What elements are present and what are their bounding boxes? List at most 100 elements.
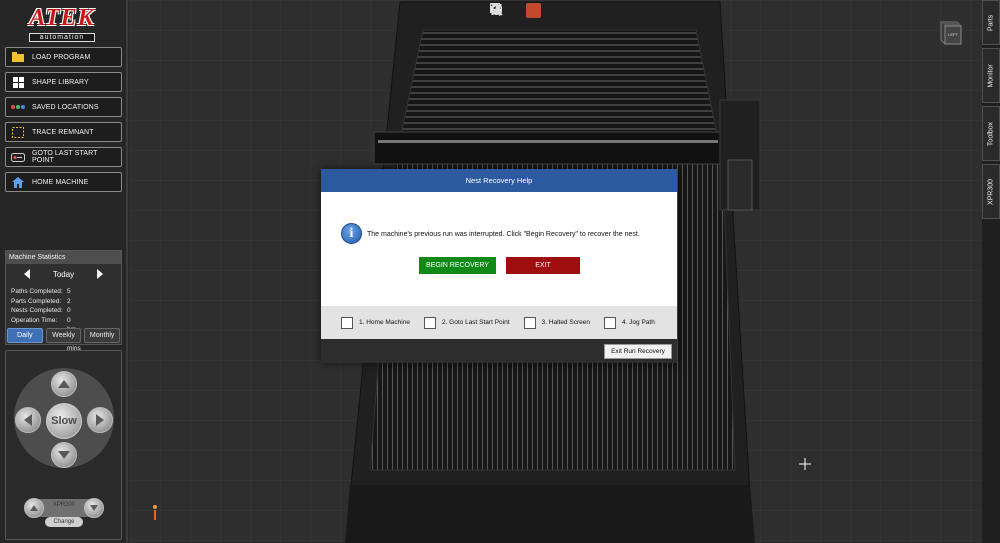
tab-parts[interactable]: Parts: [982, 0, 1000, 45]
tab-toolbox[interactable]: Toolbox: [982, 106, 1000, 161]
arrow-right-icon: [96, 414, 104, 426]
stat-label: Operation Time:: [11, 316, 58, 324]
zoom-tool-button[interactable]: [490, 3, 523, 18]
stat-value: 0: [67, 307, 71, 314]
period-selector: Today: [6, 268, 121, 280]
shape-library-label: SHAPE LIBRARY: [32, 78, 89, 86]
fit-tool-button[interactable]: [491, 3, 577, 18]
period-label: Today: [52, 269, 75, 279]
home-machine-label: HOME MACHINE: [32, 178, 89, 186]
jog-right-button[interactable]: [87, 407, 113, 433]
exit-button[interactable]: EXIT: [506, 257, 580, 274]
recovery-steps: 1. Home Machine 2. Goto Last Start Point…: [321, 306, 677, 339]
dialog-title: Nest Recovery Help: [321, 169, 677, 192]
torch-up-button[interactable]: [24, 498, 44, 518]
info-icon: i: [341, 223, 362, 244]
rotate-tool-button[interactable]: [491, 3, 559, 18]
step-label: 2. Goto Last Start Point: [441, 319, 510, 326]
stat-value: 2: [67, 297, 71, 305]
dialog-footer: Exit Run Recovery: [321, 339, 677, 363]
stat-row-paths: Paths Completed: 5: [11, 287, 71, 297]
measure-tool-button[interactable]: [491, 3, 613, 18]
select-tool-button[interactable]: [490, 3, 595, 18]
torch-label: XPR300: [52, 502, 76, 508]
tab-daily[interactable]: Daily: [7, 328, 43, 343]
stat-label: Paths Completed:: [11, 288, 63, 295]
stat-row-nests: Nests Completed: 0: [11, 306, 71, 316]
stat-label: Nests Completed:: [11, 307, 63, 314]
move-cursor-icon: [799, 458, 811, 470]
jog-up-button[interactable]: [51, 371, 77, 397]
change-torch-button[interactable]: Change: [45, 517, 83, 527]
right-side-tabs: Parts Monitor Toolbox XPR300: [982, 0, 1000, 543]
tab-parts-label: Parts: [987, 14, 995, 31]
dots-icon: [11, 101, 25, 113]
trace-icon: [11, 126, 25, 138]
jog-speed-button[interactable]: Slow: [46, 403, 82, 439]
step-label: 1. Home Machine: [359, 319, 410, 326]
view-cube-face: LEFT: [948, 32, 958, 37]
tab-xpr300-label: XPR300: [987, 178, 995, 205]
step-checkbox[interactable]: [523, 316, 536, 329]
step-checkbox[interactable]: [423, 316, 436, 329]
move-tool-button[interactable]: [491, 3, 541, 18]
saved-locations-label: SAVED LOCATIONS: [32, 103, 99, 111]
tab-monthly[interactable]: Monthly: [84, 328, 121, 343]
goto-last-start-point-label: GOTO LAST START POINT: [32, 150, 98, 164]
arrow-left-icon: [24, 414, 32, 426]
begin-recovery-button[interactable]: BEGIN RECOVERY: [419, 257, 496, 274]
logo-subtitle: automation: [29, 33, 95, 42]
jog-down-button[interactable]: [51, 442, 77, 468]
arrow-up-icon: [30, 505, 38, 511]
machine-statistics-panel: Machine Statistics Today Paths Completed…: [5, 250, 122, 353]
shapes-icon: [11, 76, 25, 88]
period-next-icon[interactable]: [96, 269, 103, 279]
goto-last-start-point-button[interactable]: GOTO LAST START POINT: [5, 147, 122, 167]
saved-locations-button[interactable]: SAVED LOCATIONS: [5, 97, 122, 117]
arrow-down-icon: [90, 505, 98, 511]
step-halted-screen[interactable]: 3. Halted Screen: [523, 316, 590, 329]
goto-icon: [11, 151, 25, 163]
tab-monitor[interactable]: Monitor: [982, 48, 1000, 103]
stat-row-operation-time: Operation Time:0 hrs 0 mins: [11, 316, 81, 353]
step-jog-path[interactable]: 4. Jog Path: [603, 316, 655, 329]
tab-xpr300[interactable]: XPR300: [982, 164, 1000, 219]
step-checkbox[interactable]: [341, 316, 353, 329]
trace-remnant-button[interactable]: TRACE REMNANT: [5, 122, 122, 142]
period-prev-icon[interactable]: [24, 269, 30, 279]
view-cube[interactable]: LEFT: [936, 18, 962, 46]
stat-row-parts: Parts Completed: 2: [11, 297, 71, 307]
load-program-button[interactable]: LOAD PROGRAM: [5, 47, 122, 67]
atek-logo: ATEK automation: [26, 5, 98, 43]
dialog-message: The machine's previous run was interrupt…: [367, 231, 640, 238]
stats-period-tabs: Daily Weekly Monthly: [6, 328, 121, 344]
sidebar: ATEK automation LOAD PROGRAM SHAPE LIBRA…: [0, 0, 128, 543]
tab-monitor-label: Monitor: [987, 63, 995, 88]
exit-run-recovery-button[interactable]: Exit Run Recovery: [604, 344, 672, 359]
load-program-label: LOAD PROGRAM: [32, 53, 91, 61]
nest-recovery-dialog: Nest Recovery Help i The machine's previ…: [321, 169, 677, 363]
home-machine-button[interactable]: HOME MACHINE: [5, 172, 122, 192]
step-checkbox[interactable]: [603, 316, 616, 329]
torch-down-button[interactable]: [84, 498, 104, 518]
jog-left-button[interactable]: [15, 407, 41, 433]
stat-value: 5: [67, 288, 71, 295]
folder-icon: [11, 51, 25, 63]
statistics-rows: Paths Completed: 5 Parts Completed: 2 Nest…: [11, 287, 81, 353]
tab-toolbox-label: Toolbox: [987, 121, 995, 146]
trace-remnant-label: TRACE REMNANT: [32, 128, 94, 136]
shape-library-button[interactable]: SHAPE LIBRARY: [5, 72, 122, 92]
viewport-toolbar: [490, 3, 613, 19]
dialog-body: i The machine's previous run was interru…: [321, 192, 677, 306]
tab-weekly[interactable]: Weekly: [45, 328, 82, 343]
machine-statistics-title: Machine Statistics: [6, 251, 121, 264]
logo-brand: ATEK: [29, 5, 95, 31]
arrow-up-icon: [58, 380, 70, 388]
stat-label: Parts Completed:: [11, 297, 62, 305]
arrow-down-icon: [58, 451, 70, 459]
step-label: 4. Jog Path: [621, 319, 655, 326]
home-icon: [11, 176, 25, 188]
step-goto-last-start-point[interactable]: 2. Goto Last Start Point: [423, 316, 510, 329]
step-home-machine[interactable]: 1. Home Machine: [341, 316, 410, 329]
step-label: 3. Halted Screen: [541, 319, 590, 326]
